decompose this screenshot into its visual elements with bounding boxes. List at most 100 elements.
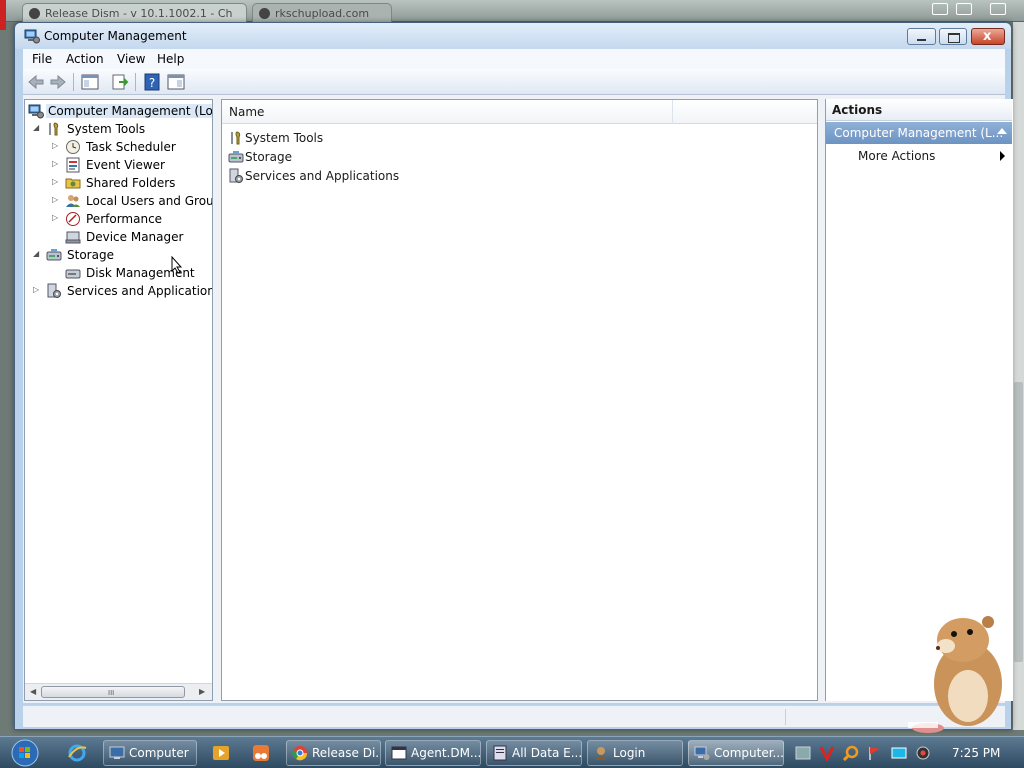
taskbar-button-agent-dm[interactable]: Agent.DM... [385,740,481,766]
expand-triangle-icon[interactable]: ▷ [52,196,60,204]
tree-horizontal-scrollbar[interactable]: ◀ III ▶ [25,683,212,700]
menu-help[interactable]: Help [157,52,184,66]
scroll-right-icon[interactable]: ▶ [199,687,205,696]
background-scroll-thumb[interactable] [1014,382,1023,662]
list-item-label: Services and Applications [245,169,400,183]
background-close-icon[interactable] [990,3,1006,15]
taskbar-button-computer-management[interactable]: Computer... [688,740,784,766]
status-bar [23,705,1005,727]
tree-label: Event Viewer [86,158,165,172]
column-header-name[interactable]: Name [229,105,264,119]
tree-label: Services and Applications [67,284,213,298]
computer-management-window: Computer Management x File Action View H… [14,22,1013,730]
taskbar-clock[interactable]: 7:25 PM [952,746,1000,760]
tray-flag-icon[interactable] [867,745,883,761]
background-tab-release[interactable]: Release Dism - v 10.1.1002.1 - Ch [22,3,247,22]
media-player-icon[interactable] [211,743,231,763]
tree-label: Shared Folders [86,176,176,190]
tree-label: Device Manager [86,230,184,244]
export-list-icon[interactable] [110,72,130,92]
clock-icon [66,140,80,154]
tools-icon [231,131,241,145]
expand-triangle-icon[interactable]: ▷ [52,160,60,168]
collapse-triangle-icon[interactable]: ◢ [33,124,41,132]
snipping-tool-icon[interactable] [251,743,271,763]
background-tab-label: Release Dism - v 10.1.1002.1 - Ch [45,7,233,20]
background-red-edge [0,0,6,30]
toolbar-separator [73,73,74,91]
performance-icon [66,212,80,226]
computer-management-icon [28,104,44,119]
taskbar-label: Computer [129,746,189,760]
help-icon[interactable]: ? [142,72,162,92]
background-tab-upload[interactable]: rkschupload.com [252,3,392,22]
computer-management-icon [24,29,40,44]
title-bar[interactable]: Computer Management x [15,23,1011,49]
taskbar-button-computer[interactable]: Computer [103,740,197,766]
list-item-label: Storage [245,150,292,164]
status-divider [785,709,786,725]
background-maximize-icon[interactable] [956,3,972,15]
actions-header-label: Actions [832,103,883,117]
menu-view[interactable]: View [117,52,145,66]
tree-label: System Tools [67,122,146,136]
taskbar-label: All Data E... [512,746,582,760]
show-hide-console-tree-icon[interactable] [80,72,100,92]
background-tab-label: rkschupload.com [275,7,370,20]
more-actions-label: More Actions [858,149,936,163]
hamster-mascot-icon [908,616,1002,733]
tray-volume-icon[interactable] [915,745,931,761]
forward-arrow-icon[interactable] [48,72,68,92]
column-divider[interactable] [672,100,673,124]
actions-section-computer-management[interactable]: Computer Management (L... [826,122,1012,144]
results-pane[interactable]: Name System Tools Storage Services and A… [221,99,818,701]
taskbar-button-login[interactable]: Login [587,740,683,766]
internet-explorer-icon[interactable] [67,743,87,763]
device-manager-icon [65,231,81,244]
expand-triangle-icon[interactable]: ▷ [52,214,60,222]
expand-triangle-icon[interactable]: ▷ [33,286,41,294]
tray-v-icon[interactable] [819,745,835,761]
mouse-cursor-icon [171,256,183,274]
tree-label: Task Scheduler [86,140,176,154]
client-area: Computer Management (Local ◢ System Tool… [23,95,1013,703]
taskbar-label: Agent.DM... [411,746,481,760]
close-button[interactable]: x [971,28,1005,45]
more-actions-item[interactable]: More Actions [826,146,1012,166]
collapse-triangle-icon[interactable]: ◢ [33,250,41,258]
scroll-thumb[interactable]: III [41,686,185,698]
taskbar-button-all-data[interactable]: All Data E... [486,740,582,766]
menu-action[interactable]: Action [66,52,104,66]
close-icon: x [983,29,992,44]
background-browser-bar: Release Dism - v 10.1.1002.1 - Ch rkschu… [0,0,1024,30]
tray-search-icon[interactable] [843,745,859,761]
start-button-icon[interactable] [6,738,44,768]
background-minimize-icon[interactable] [932,3,948,15]
minimize-button[interactable] [907,28,936,45]
storage-icon [228,151,244,163]
tray-network-icon[interactable] [795,745,811,761]
toolbar-separator [135,73,136,91]
background-scrollbar[interactable] [1013,22,1024,730]
taskbar-button-release-di[interactable]: Release Di... [286,740,381,766]
scroll-left-icon[interactable]: ◀ [30,687,36,696]
actions-pane: Actions Computer Management (L... More A… [825,99,1013,701]
collapse-up-icon[interactable] [997,128,1007,134]
menu-file[interactable]: File [32,52,52,66]
column-header: Name [222,100,817,124]
taskbar-label: Release Di... [312,746,381,760]
window-title: Computer Management [44,29,187,43]
taskbar: Computer Release Di... Agent.DM... All D… [0,736,1024,768]
expand-triangle-icon[interactable]: ▷ [52,178,60,186]
back-arrow-icon[interactable] [26,72,46,92]
console-tree[interactable]: Computer Management (Local ◢ System Tool… [24,99,213,701]
show-hide-action-pane-icon[interactable] [166,72,186,92]
tray-display-icon[interactable] [891,745,907,761]
menu-bar: File Action View Help [23,49,1005,69]
expand-triangle-icon[interactable]: ▷ [52,142,60,150]
tree-label: Computer Management (Local [46,104,212,118]
tree-label: Storage [67,248,114,262]
actions-section-label: Computer Management (L... [834,126,1004,140]
maximize-button[interactable] [939,28,967,45]
chrome-tab-icon [259,8,270,19]
